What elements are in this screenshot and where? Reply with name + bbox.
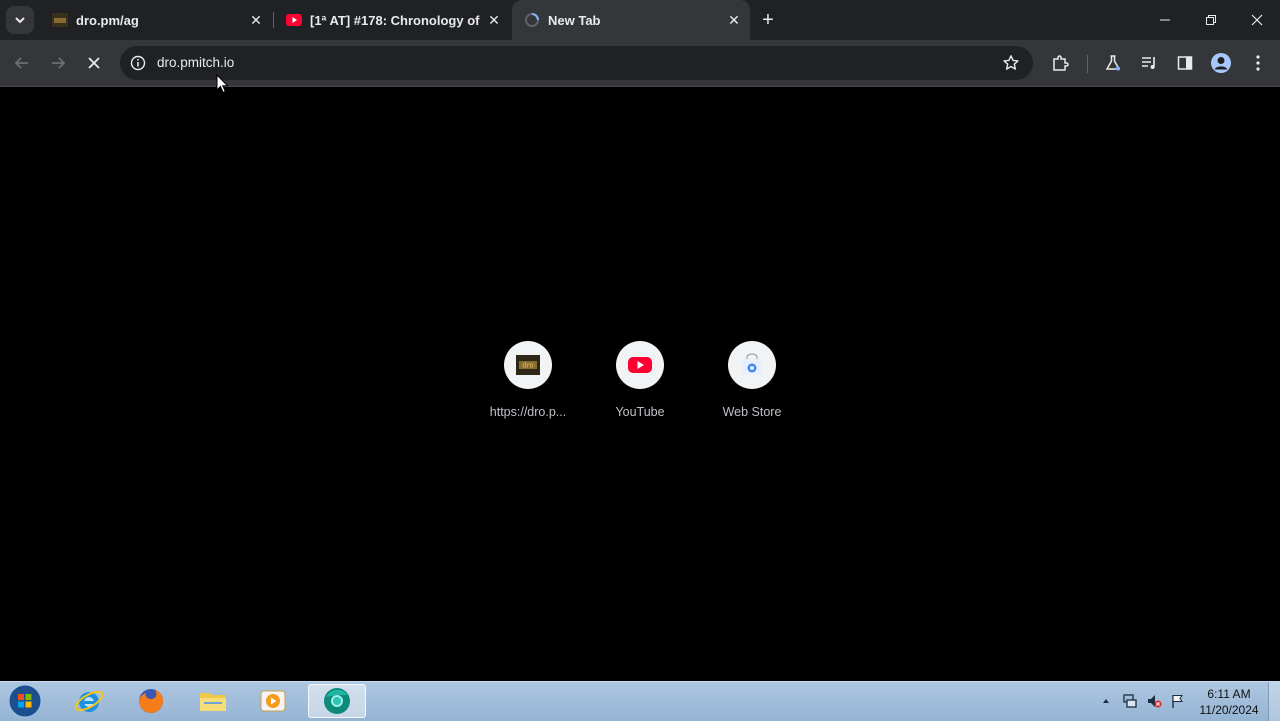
taskbar-media-player[interactable] <box>246 684 300 718</box>
web-store-icon <box>742 353 762 375</box>
chrome-menu-button[interactable] <box>1244 49 1272 77</box>
extensions-button[interactable] <box>1046 49 1074 77</box>
close-window-button[interactable] <box>1234 0 1280 40</box>
chevron-up-icon <box>1103 699 1109 703</box>
taskbar-clock[interactable]: 6:11 AM 11/20/2024 <box>1192 686 1266 718</box>
flask-icon <box>1105 55 1121 71</box>
svg-text:dro: dro <box>522 362 533 370</box>
mouse-cursor-icon <box>216 74 229 94</box>
restore-icon <box>1206 15 1216 25</box>
close-icon[interactable]: ✕ <box>484 10 504 30</box>
windows-taskbar: 6:11 AM 11/20/2024 <box>0 681 1280 721</box>
site-info-icon[interactable] <box>128 53 148 73</box>
minimize-icon <box>1160 19 1170 21</box>
close-icon[interactable]: ✕ <box>724 10 744 30</box>
network-icon <box>1123 694 1137 708</box>
media-queue-icon <box>1142 57 1155 69</box>
forward-arrow-icon <box>52 57 66 69</box>
shortcut-tile-youtube[interactable]: YouTube <box>584 341 696 431</box>
tab-dro[interactable]: dro.pm/ag ✕ <box>40 0 272 40</box>
folder-icon <box>200 693 226 711</box>
close-icon <box>1251 14 1263 26</box>
shortcut-label: Web Store <box>722 405 782 419</box>
taskbar-chrome-canary[interactable] <box>308 684 366 718</box>
tab-strip: dro.pm/ag ✕ [1ª AT] #178: Chronology of … <box>0 0 1280 40</box>
youtube-icon <box>628 357 652 373</box>
firefox-icon <box>139 689 163 713</box>
tab-title: New Tab <box>548 12 601 28</box>
shortcut-icon-circle <box>728 341 776 389</box>
avatar-icon <box>1211 53 1231 73</box>
browser-toolbar: dro.pmitch.io <box>0 40 1280 87</box>
tab-search-button[interactable] <box>6 6 34 34</box>
new-tab-page: dro https://dro.p... YouTube Web Store <box>0 87 1280 681</box>
loading-spinner-icon <box>524 12 540 28</box>
flag-icon <box>1172 695 1183 708</box>
toolbar-divider <box>1087 55 1088 73</box>
media-controls-button[interactable] <box>1135 49 1163 77</box>
clock-date: 11/20/2024 <box>1199 703 1259 717</box>
chevron-down-icon <box>15 17 25 24</box>
more-vertical-icon <box>1256 55 1260 71</box>
stop-icon <box>88 57 100 69</box>
shortcut-tile-web-store[interactable]: Web Store <box>696 341 808 431</box>
minimize-button[interactable] <box>1142 0 1188 40</box>
youtube-favicon-icon <box>286 12 302 28</box>
network-tray-icon[interactable] <box>1122 693 1138 709</box>
media-player-icon <box>260 690 286 712</box>
url-text[interactable]: dro.pmitch.io <box>157 55 234 70</box>
labs-button[interactable] <box>1099 49 1127 77</box>
new-tab-button[interactable]: + <box>756 8 780 32</box>
clock-time: 6:11 AM <box>1207 687 1251 701</box>
close-icon[interactable]: ✕ <box>246 10 266 30</box>
side-panel-icon <box>1177 56 1193 70</box>
dro-site-favicon: dro <box>516 355 540 375</box>
action-center-tray-icon[interactable] <box>1170 693 1186 709</box>
taskbar-file-explorer[interactable] <box>186 684 240 718</box>
internet-explorer-icon <box>74 690 104 712</box>
show-hidden-icons-button[interactable] <box>1098 693 1114 709</box>
forward-button[interactable] <box>44 49 72 77</box>
tab-youtube[interactable]: [1ª AT] #178: Chronology of Id ✕ <box>274 0 510 40</box>
speaker-muted-icon <box>1148 695 1162 708</box>
address-bar[interactable]: dro.pmitch.io <box>120 46 1033 80</box>
show-desktop-button[interactable] <box>1268 682 1280 721</box>
shortcut-label: https://dro.p... <box>489 405 567 419</box>
back-button[interactable] <box>8 49 36 77</box>
profile-button[interactable] <box>1207 49 1235 77</box>
tab-new-tab[interactable]: New Tab ✕ <box>512 0 750 40</box>
windows-start-orb-icon <box>8 684 42 718</box>
shortcut-label: YouTube <box>615 405 665 419</box>
restore-button[interactable] <box>1188 0 1234 40</box>
chrome-canary-icon <box>324 688 350 714</box>
stop-loading-button[interactable] <box>80 49 108 77</box>
shortcut-tile-dro[interactable]: dro https://dro.p... <box>472 341 584 431</box>
side-panel-button[interactable] <box>1171 49 1199 77</box>
dro-site-favicon <box>52 12 68 28</box>
shortcut-icon-circle: dro <box>504 341 552 389</box>
shortcut-icon-circle <box>616 341 664 389</box>
taskbar-internet-explorer[interactable] <box>62 684 116 718</box>
volume-muted-tray-icon[interactable] <box>1146 693 1162 709</box>
tab-title: [1ª AT] #178: Chronology of Id <box>310 12 484 28</box>
bookmark-star-icon[interactable] <box>1001 53 1021 73</box>
start-button[interactable] <box>0 684 50 718</box>
tab-title: dro.pm/ag <box>76 12 139 28</box>
back-arrow-icon <box>14 57 28 69</box>
taskbar-firefox[interactable] <box>124 684 178 718</box>
puzzle-piece-icon <box>1053 55 1069 71</box>
